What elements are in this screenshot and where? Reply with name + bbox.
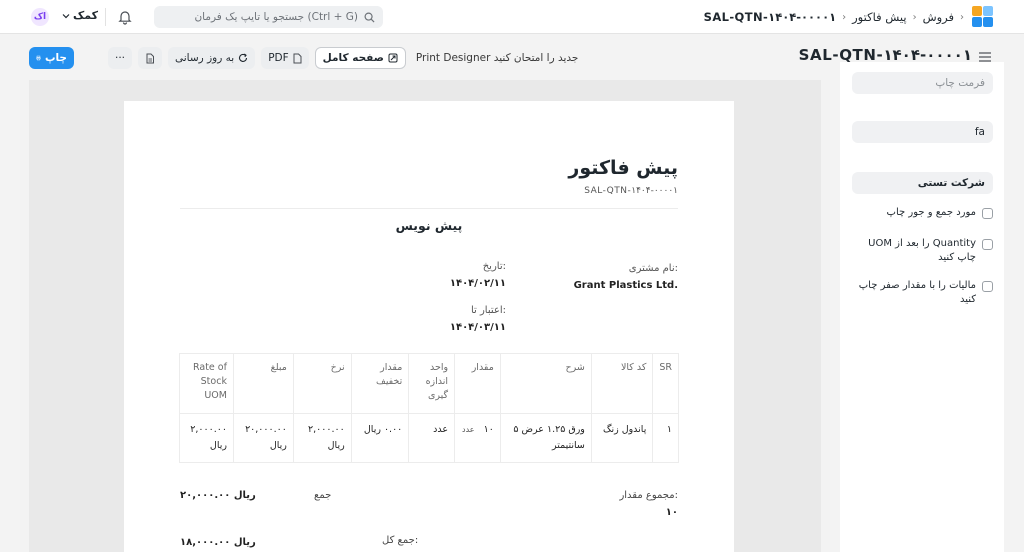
cell-qty: ۱۰ عدد xyxy=(454,413,501,463)
page-toolbar: چاپ ··· به روز رسانی PDF صفحه کامل Print… xyxy=(29,47,578,69)
chevron-icon: › xyxy=(912,11,917,23)
settings-doc-button[interactable] xyxy=(138,47,162,69)
refresh-button[interactable]: به روز رسانی xyxy=(168,47,256,69)
navbar-divider xyxy=(105,8,106,26)
letterhead-select[interactable]: شرکت تستی xyxy=(852,172,993,194)
doc-title: پیش فاکتور xyxy=(568,157,678,179)
checkbox-label: UOM را بعد از Quantity چاپ کنید xyxy=(868,238,976,263)
date-label: تاریخ: xyxy=(482,261,506,272)
cell-sr: ۱ xyxy=(652,413,679,463)
cell-rate: ۲,۰۰۰.۰۰ ریال xyxy=(292,413,352,463)
table-row: ۱ پاندول زنگ ورق ۱.۲۵ عرض ۵ سانتیمتر ۱۰ … xyxy=(179,413,679,463)
total-qty-label: مجموع مقدار: xyxy=(619,490,678,501)
col-stock-rate: Rate of Stock UOM xyxy=(179,353,234,414)
search-input[interactable]: جستجو یا تایپ یک فرمان (Ctrl + G) xyxy=(154,6,383,28)
chevron-icon: › xyxy=(842,11,847,23)
customer-value: Grant Plastics Ltd. xyxy=(573,280,678,291)
print-preview-page: پیش فاکتور SAL-QTN-۱۴۰۴-۰۰۰۰۱ پیش نویس ن… xyxy=(124,101,734,552)
valid-till-label: اعتبار تا: xyxy=(470,305,506,316)
cell-discount: ۰.۰۰ ریال xyxy=(350,413,410,463)
search-placeholder: جستجو یا تایپ یک فرمان (Ctrl + G) xyxy=(194,11,358,23)
cell-uom: عدد xyxy=(408,413,456,463)
qty-unit: عدد xyxy=(462,425,475,434)
uom-after-qty-checkbox[interactable]: UOM را بعد از Quantity چاپ کنید xyxy=(852,237,993,265)
print-button[interactable]: چاپ xyxy=(29,47,74,69)
print-designer-link[interactable]: Print Designer جدید را امتحان کنید xyxy=(416,52,579,64)
bell-icon[interactable] xyxy=(118,9,132,25)
checkbox[interactable] xyxy=(982,239,993,250)
table-header-row: SR کد کالا شرح مقدار واحد اندازه گیری مق… xyxy=(179,353,679,414)
checkbox[interactable] xyxy=(982,208,993,219)
breadcrumb: › فروش › پیش فاکتور › SAL-QTN-۱۴۰۴-۰۰۰۰۱ xyxy=(704,0,964,34)
qty-value: ۱۰ xyxy=(483,424,494,435)
total-label: جمع xyxy=(314,490,332,501)
chevron-icon: › xyxy=(960,11,964,23)
hamburger-icon[interactable] xyxy=(979,52,991,62)
doc-status: پیش نویس xyxy=(395,218,463,233)
doc-divider xyxy=(180,208,678,209)
fullpage-button[interactable]: صفحه کامل xyxy=(314,47,406,69)
app-logo[interactable] xyxy=(972,6,994,28)
cell-stock-rate: ۲,۰۰۰.۰۰ ریال xyxy=(179,413,234,463)
help-label: کمک xyxy=(73,9,99,22)
help-dropdown[interactable]: کمک xyxy=(62,9,98,22)
expand-icon xyxy=(388,53,398,63)
search-icon xyxy=(364,12,375,23)
print-button-label: چاپ xyxy=(44,52,67,64)
refresh-button-label: به روز رسانی xyxy=(175,52,235,64)
breadcrumb-selling[interactable]: فروش xyxy=(923,10,954,24)
checkbox-label: مالیات را با مقدار صفر چاپ کنید xyxy=(858,280,976,305)
checkbox[interactable] xyxy=(982,281,993,292)
items-table: SR کد کالا شرح مقدار واحد اندازه گیری مق… xyxy=(179,353,679,463)
pdf-button-label: PDF xyxy=(268,52,289,64)
col-sr: SR xyxy=(652,353,679,414)
cell-item-code: پاندول زنگ xyxy=(590,413,654,463)
date-value: ۱۴۰۴/۰۲/۱۱ xyxy=(449,278,506,289)
printer-icon xyxy=(36,55,41,61)
navbar: › فروش › پیش فاکتور › SAL-QTN-۱۴۰۴-۰۰۰۰۱… xyxy=(0,0,1024,34)
cell-description: ورق ۱.۲۵ عرض ۵ سانتیمتر xyxy=(499,413,592,463)
customer-label: نام مشتری: xyxy=(628,263,678,274)
chevron-down-icon xyxy=(62,13,70,18)
total-qty-value: ۱۰ xyxy=(665,507,678,518)
avatar[interactable]: اک xyxy=(31,8,49,26)
total-value: ۲۰,۰۰۰.۰۰ ریال xyxy=(180,490,256,501)
compact-print-checkbox[interactable]: مورد جمع و جور چاپ xyxy=(852,206,993,220)
cell-amount: ۲۰,۰۰۰.۰۰ ریال xyxy=(232,413,294,463)
checkbox-label: مورد جمع و جور چاپ xyxy=(886,207,976,218)
grand-total-value: ۱۸,۰۰۰.۰۰ ریال xyxy=(180,537,256,548)
file-icon xyxy=(293,53,302,63)
col-discount: مقدار تخفیف xyxy=(350,353,410,414)
language-select[interactable]: fa xyxy=(852,121,993,143)
valid-till-value: ۱۴۰۴/۰۳/۱۱ xyxy=(449,322,506,333)
refresh-icon xyxy=(239,53,248,62)
pdf-button[interactable]: PDF xyxy=(261,47,309,69)
fullpage-button-label: صفحه کامل xyxy=(322,52,384,64)
col-rate: نرخ xyxy=(292,353,352,414)
more-icon: ··· xyxy=(115,52,126,64)
zero-tax-checkbox[interactable]: مالیات را با مقدار صفر چاپ کنید xyxy=(852,279,993,307)
breadcrumb-quotation[interactable]: پیش فاکتور xyxy=(852,10,906,24)
col-item-code: کد کالا xyxy=(590,353,654,414)
document-icon xyxy=(146,53,154,63)
col-description: شرح xyxy=(499,353,592,414)
more-actions-button[interactable]: ··· xyxy=(108,47,132,69)
col-amount: مبلغ xyxy=(232,353,294,414)
col-uom: واحد اندازه گیری xyxy=(408,353,456,414)
breadcrumb-current[interactable]: SAL-QTN-۱۴۰۴-۰۰۰۰۱ xyxy=(704,10,836,24)
col-qty: مقدار xyxy=(454,353,501,414)
grand-total-label: جمع کل: xyxy=(382,535,419,546)
print-format-select[interactable]: فرمت چاپ xyxy=(852,72,993,94)
print-settings-sidebar: فرمت چاپ fa شرکت تستی مورد جمع و جور چاپ… xyxy=(840,62,1004,552)
doc-code: SAL-QTN-۱۴۰۴-۰۰۰۰۱ xyxy=(584,186,678,196)
